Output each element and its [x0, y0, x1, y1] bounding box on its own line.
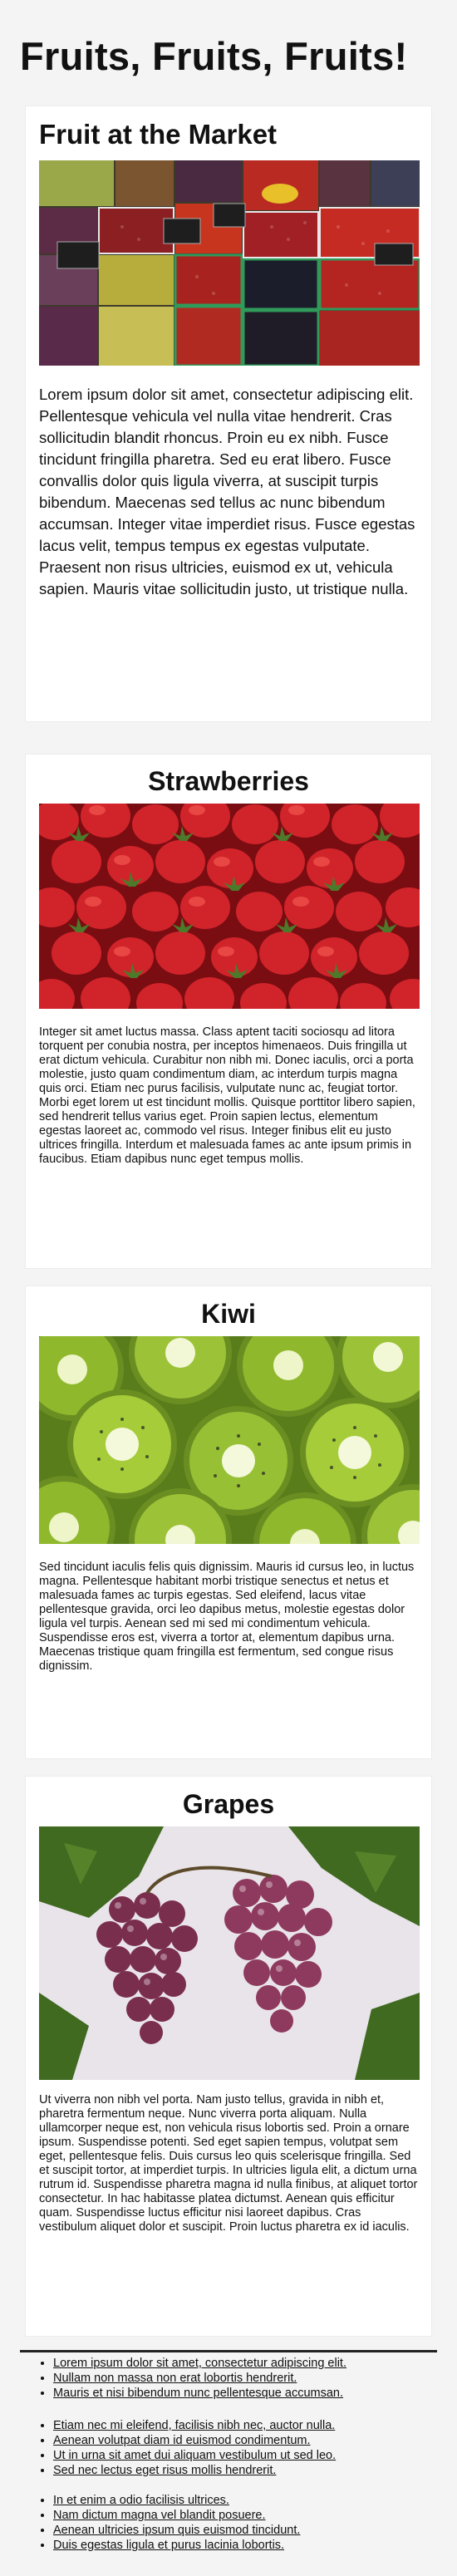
kiwi-image [39, 1336, 420, 1544]
footer-link[interactable]: Ut in urna sit amet dui aliquam vestibul… [53, 2449, 336, 2462]
list-item: Nam dictum magna vel blandit posuere. [53, 2508, 300, 2523]
kiwi-card: Kiwi Sed tincidunt iaculis felis quis di… [25, 1286, 432, 1759]
list-item: Mauris et nisi bibendum nunc pellentesqu… [53, 2386, 346, 2401]
list-item: Sed nec lectus eget risus mollis hendrer… [53, 2463, 336, 2478]
footer-link[interactable]: Mauris et nisi bibendum nunc pellentesqu… [53, 2387, 343, 2400]
footer-link[interactable]: Lorem ipsum dolor sit amet, consectetur … [53, 2357, 346, 2370]
footer-link[interactable]: Etiam nec mi eleifend, facilisis nibh ne… [53, 2419, 335, 2432]
footer-divider [20, 2350, 437, 2352]
kiwi-heading: Kiwi [201, 1299, 256, 1329]
grapes-heading: Grapes [182, 1789, 275, 1819]
grapes-image [39, 1826, 420, 2080]
grapes-image-art [39, 1826, 420, 2080]
page-title: Fruits, Fruits, Fruits! [20, 34, 408, 78]
grapes-text: Ut viverra non nibh vel porta. Nam justo… [39, 2093, 418, 2234]
market-image-art [39, 160, 420, 366]
strawberries-image-art [39, 804, 420, 1009]
footer-link[interactable]: Duis egestas ligula et purus lacinia lob… [53, 2539, 284, 2552]
footer-links-group-2: Etiam nec mi eleifend, facilisis nibh ne… [32, 2418, 336, 2478]
footer-link[interactable]: Aenean ultricies ipsum quis euismod tinc… [53, 2524, 300, 2537]
list-item: Lorem ipsum dolor sit amet, consectetur … [53, 2356, 346, 2371]
list-item: Duis egestas ligula et purus lacinia lob… [53, 2538, 300, 2553]
market-card: Fruit at the Market Lorem ipsum dolor si… [25, 106, 432, 722]
list-item: Aenean volutpat diam id euismod condimen… [53, 2433, 336, 2448]
footer-link[interactable]: Nullam non massa non erat lobortis hendr… [53, 2372, 297, 2385]
strawberries-card: Strawberries Integer sit amet luctus mas… [25, 754, 432, 1269]
market-heading: Fruit at the Market [39, 119, 278, 150]
footer-link[interactable]: Nam dictum magna vel blandit posuere. [53, 2509, 266, 2522]
list-item: Etiam nec mi eleifend, facilisis nibh ne… [53, 2418, 336, 2433]
kiwi-image-art [39, 1336, 420, 1544]
market-text: Lorem ipsum dolor sit amet, consectetur … [39, 386, 415, 597]
strawberries-text: Integer sit amet luctus massa. Class apt… [39, 1025, 415, 1166]
footer-links-group-3: In et enim a odio facilisis ultrices. Na… [32, 2493, 300, 2553]
list-item: Aenean ultricies ipsum quis euismod tinc… [53, 2523, 300, 2538]
footer-link[interactable]: In et enim a odio facilisis ultrices. [53, 2494, 229, 2507]
grapes-card: Grapes Ut viverra non nibh vel porta. Na… [25, 1776, 432, 2337]
kiwi-text: Sed tincidunt iaculis felis quis digniss… [39, 1561, 415, 1673]
strawberries-heading: Strawberries [148, 766, 309, 796]
list-item: Ut in urna sit amet dui aliquam vestibul… [53, 2448, 336, 2463]
list-item: In et enim a odio facilisis ultrices. [53, 2493, 300, 2508]
footer-link[interactable]: Sed nec lectus eget risus mollis hendrer… [53, 2464, 276, 2477]
footer-link[interactable]: Aenean volutpat diam id euismod condimen… [53, 2434, 311, 2447]
strawberries-image [39, 804, 420, 1009]
footer-links-group-1: Lorem ipsum dolor sit amet, consectetur … [32, 2356, 346, 2401]
list-item: Nullam non massa non erat lobortis hendr… [53, 2371, 346, 2386]
market-image [39, 160, 420, 366]
